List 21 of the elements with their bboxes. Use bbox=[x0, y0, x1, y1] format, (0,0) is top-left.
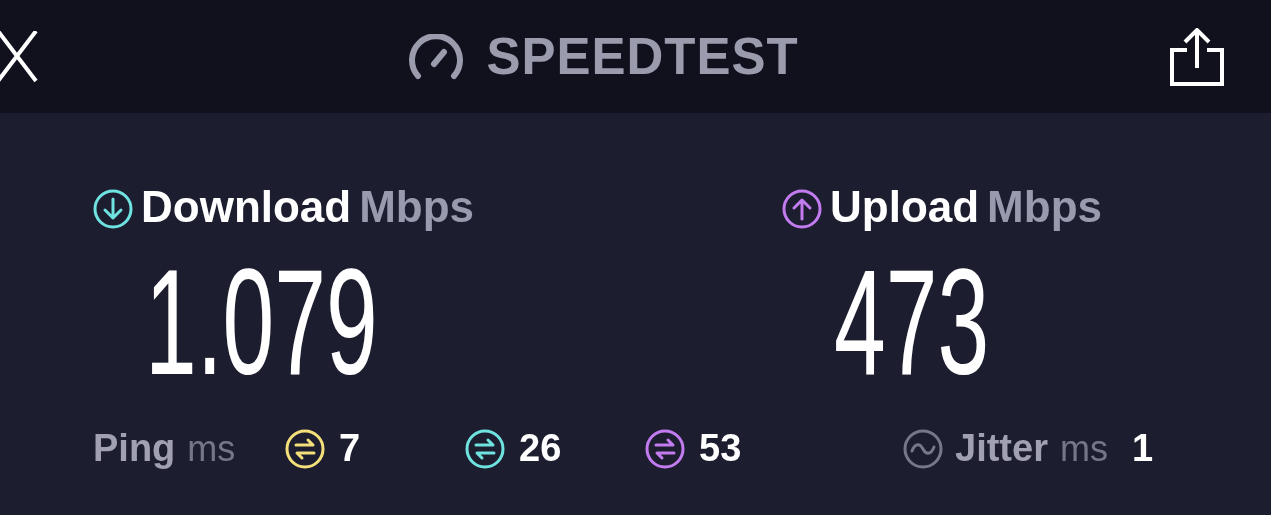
download-label: Download bbox=[141, 185, 352, 229]
upload-label: Upload bbox=[830, 185, 980, 229]
jitter-value: 1 bbox=[1131, 427, 1154, 470]
ping-value: 53 bbox=[699, 427, 742, 470]
unit-label: ms bbox=[1059, 427, 1108, 470]
unit-label: ms bbox=[187, 427, 236, 470]
upload-speed: 473 bbox=[834, 247, 990, 397]
ping-label: Ping bbox=[93, 427, 176, 470]
ping-value: 26 bbox=[519, 427, 562, 470]
unit-label: Mbps bbox=[987, 185, 1102, 229]
gauge-icon bbox=[408, 33, 465, 80]
download-speed: 1.079 bbox=[145, 247, 378, 397]
app-title: SPEEDTEST bbox=[486, 27, 799, 86]
unit-label: Mbps bbox=[359, 185, 475, 229]
download-icon bbox=[93, 189, 133, 229]
jitter-label: Jitter bbox=[955, 427, 1048, 470]
ping-value: 7 bbox=[339, 427, 361, 470]
close-icon[interactable] bbox=[0, 30, 38, 83]
upload-icon bbox=[782, 189, 822, 229]
share-icon[interactable] bbox=[1169, 27, 1225, 86]
jitter-icon bbox=[903, 428, 943, 469]
